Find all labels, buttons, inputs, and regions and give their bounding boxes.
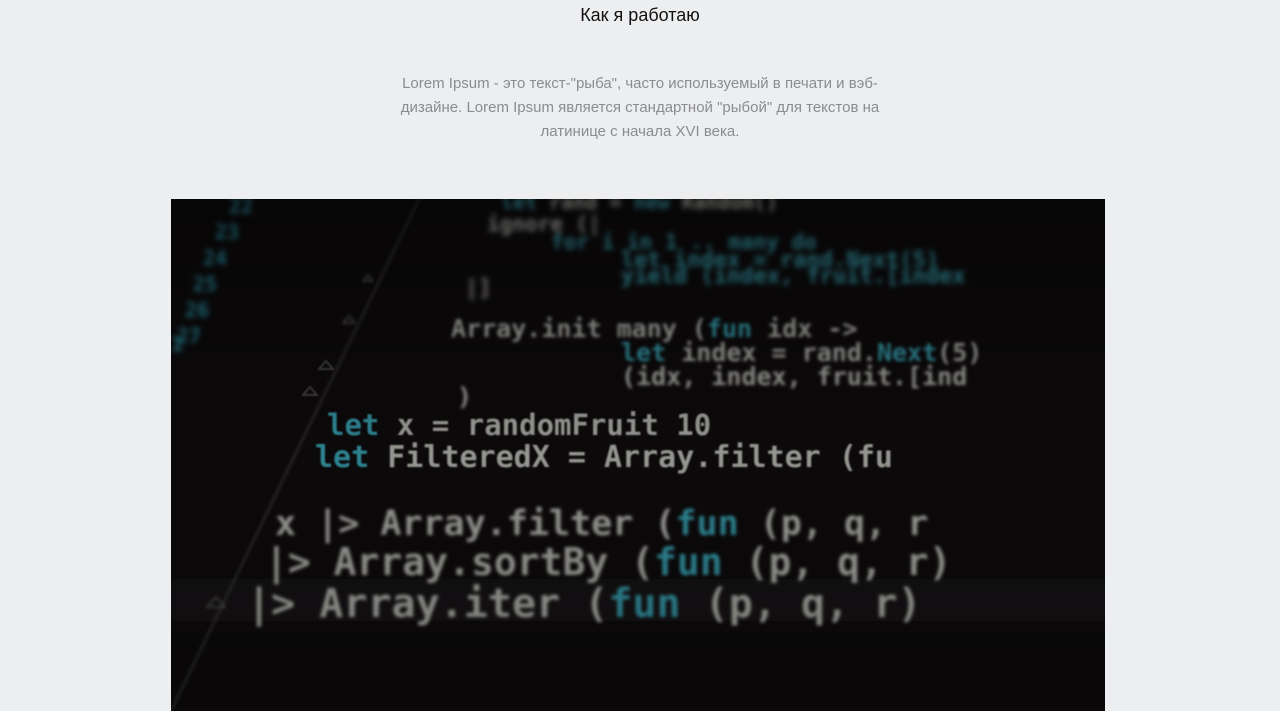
section-intro-text: Lorem Ipsum - это текст-"рыба", часто ис…: [400, 75, 880, 140]
code-screen-photo: 22 23 24 25 26 27 1 let rand = new Rando…: [171, 199, 1105, 711]
how-i-work-section: Как я работаю Lorem Ipsum - это текст-"р…: [0, 0, 1280, 711]
section-title: Как я работаю: [580, 5, 700, 25]
